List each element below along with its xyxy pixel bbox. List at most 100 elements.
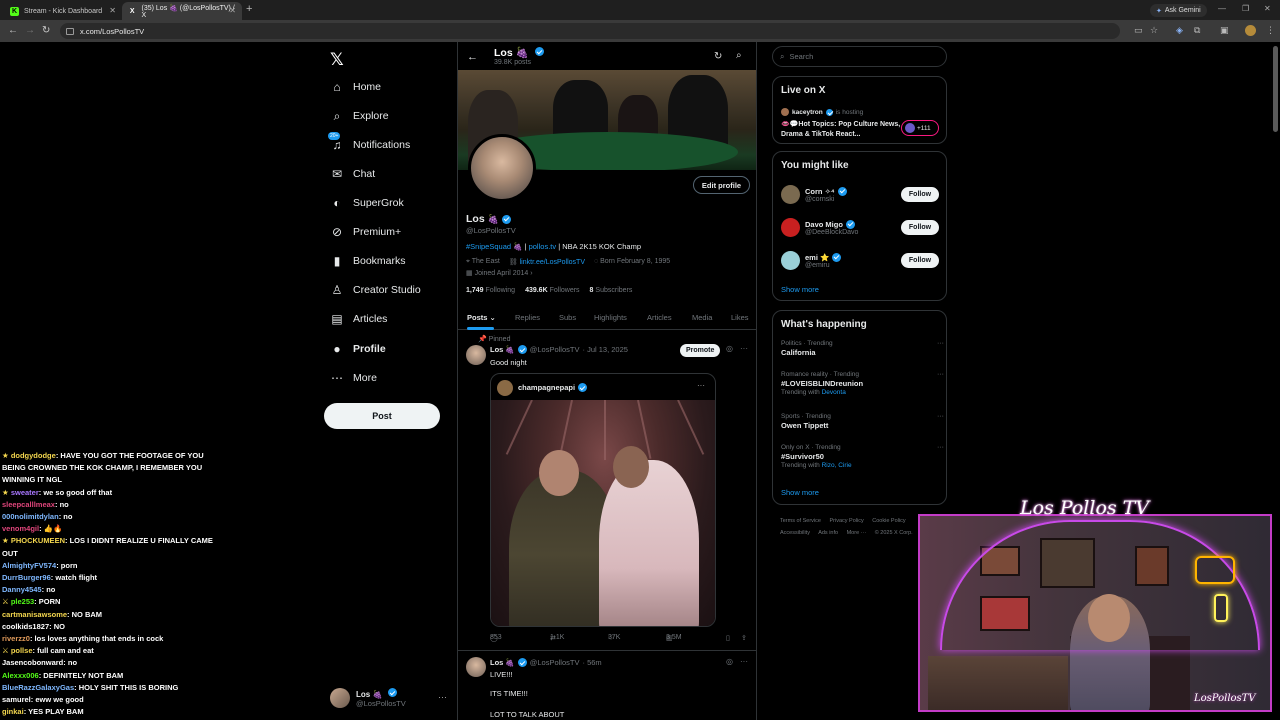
- minimize-icon[interactable]: —: [1218, 4, 1226, 13]
- nav-explore[interactable]: ⌕ Explore: [330, 105, 389, 127]
- profile-avatar[interactable]: [468, 134, 536, 202]
- chat-username[interactable]: Alexxx006: [2, 671, 39, 680]
- chat-username[interactable]: DurrBurger96: [2, 573, 51, 582]
- tweet-photo[interactable]: [491, 400, 715, 626]
- more-icon[interactable]: ···: [937, 444, 944, 451]
- chat-username[interactable]: 000nolimitdylan: [2, 512, 59, 521]
- x-logo[interactable]: 𝕏: [330, 50, 344, 70]
- more-icon[interactable]: ···: [937, 371, 944, 378]
- browser-menu-icon[interactable]: ⋮: [1266, 25, 1275, 36]
- follow-button[interactable]: Follow: [901, 253, 939, 268]
- promote-button[interactable]: Promote: [680, 344, 721, 357]
- search-input[interactable]: ⌕ Search: [772, 46, 947, 67]
- sidepanel-icon[interactable]: ▣: [1220, 25, 1229, 36]
- trending-with-link[interactable]: Devonta: [822, 389, 846, 396]
- chat-username[interactable]: sleepcalllmeax: [2, 500, 55, 509]
- tab-replies[interactable]: Replies: [515, 313, 540, 322]
- tab-likes[interactable]: Likes: [731, 313, 749, 322]
- tweet-author[interactable]: Los 🍇: [490, 658, 515, 667]
- tab-x-profile[interactable]: X (35) Los 🍇 (@LosPollosTV) / X ✕: [122, 2, 242, 20]
- tweet-time[interactable]: · 56m: [582, 658, 601, 667]
- restore-icon[interactable]: ❐: [1242, 4, 1249, 13]
- nav-bookmarks[interactable]: ▮ Bookmarks: [330, 250, 406, 272]
- tab-articles[interactable]: Articles: [647, 313, 672, 322]
- account-more-icon[interactable]: ···: [438, 692, 447, 702]
- chat-username[interactable]: PHOCKUMEEN: [11, 536, 65, 545]
- trending-with-link[interactable]: Rizo, Cirie: [822, 462, 852, 469]
- more-icon[interactable]: ···: [937, 340, 944, 347]
- chat-username[interactable]: coolkids1827: [2, 622, 49, 631]
- live-listeners-pill[interactable]: +111: [901, 120, 939, 136]
- site-info-icon[interactable]: [66, 27, 74, 35]
- bio-website-link[interactable]: pollos.tv: [529, 242, 557, 251]
- forward-icon[interactable]: →: [25, 25, 35, 36]
- nav-supergrok[interactable]: ◐ SuperGrok: [330, 192, 403, 214]
- search-icon[interactable]: ⌕: [736, 50, 742, 61]
- footer-link[interactable]: Cookie Policy: [872, 518, 905, 524]
- website-link[interactable]: linktr.ee/LosPollosTV: [520, 259, 585, 266]
- chat-username[interactable]: samurel: [2, 695, 31, 704]
- bookmark-icon[interactable]: ▯: [726, 634, 730, 642]
- page-scrollbar[interactable]: [1273, 46, 1278, 132]
- footer-link[interactable]: Ads info: [818, 530, 838, 536]
- chat-username[interactable]: Jasencobonward: [2, 658, 63, 667]
- tab-posts[interactable]: Posts ⌄: [467, 313, 496, 322]
- tab-media[interactable]: Media: [692, 313, 712, 322]
- follow-button[interactable]: Follow: [901, 187, 939, 202]
- chat-username[interactable]: dodgydodge: [11, 451, 56, 460]
- following-stat[interactable]: 1,749 Following: [466, 287, 515, 294]
- tweet[interactable]: Los 🍇 @LosPollosTV · 56m ◎ ··· LIVE!!! I…: [458, 652, 756, 720]
- reload-icon[interactable]: ↻: [42, 25, 50, 36]
- avatar[interactable]: [466, 345, 486, 365]
- tweet-date[interactable]: · Jul 13, 2025: [582, 345, 627, 354]
- chat-username[interactable]: ginkai: [2, 707, 24, 716]
- tab-highlights[interactable]: Highlights: [594, 313, 627, 322]
- website[interactable]: ⛓ linktr.ee/LosPollosTV: [509, 258, 585, 266]
- browser-profile-avatar[interactable]: [1245, 25, 1256, 36]
- grok-icon[interactable]: ◎: [726, 344, 733, 353]
- close-window-icon[interactable]: ✕: [1264, 4, 1271, 13]
- more-icon[interactable]: ···: [740, 657, 748, 666]
- nav-chat[interactable]: ✉ Chat: [330, 163, 375, 185]
- more-icon[interactable]: ···: [740, 344, 748, 353]
- extensions-puzzle-icon[interactable]: ⧉: [1194, 25, 1200, 36]
- trend-item[interactable]: Sports · Trending Owen Tippett ···: [781, 413, 944, 430]
- pinned-tweet[interactable]: 📌 Pinned Los 🍇 @LosPollosTV · Jul 13, 20…: [458, 331, 756, 651]
- grok-icon[interactable]: ◎: [726, 657, 733, 666]
- nav-more[interactable]: ⋯ More: [330, 367, 377, 389]
- edit-profile-button[interactable]: Edit profile: [693, 176, 750, 194]
- ask-gemini-button[interactable]: ✦ Ask Gemini: [1150, 4, 1207, 17]
- footer-link[interactable]: More ···: [847, 530, 867, 536]
- grok-refresh-icon[interactable]: ↻: [714, 51, 722, 62]
- tab-kick-dashboard[interactable]: K Stream - Kick Dashboard ✕: [4, 2, 122, 20]
- tab-subs[interactable]: Subs: [559, 313, 576, 322]
- chat-username[interactable]: AlmightyFV574: [2, 561, 56, 570]
- more-icon[interactable]: ···: [697, 381, 705, 390]
- share-icon[interactable]: ⇪: [741, 634, 747, 642]
- back-arrow-icon[interactable]: ←: [467, 51, 478, 63]
- back-icon[interactable]: ←: [8, 25, 18, 36]
- new-tab-button[interactable]: +: [246, 3, 252, 15]
- footer-link[interactable]: Accessibility: [780, 530, 810, 536]
- hashtag-link[interactable]: #SnipeSquad 🍇: [466, 242, 522, 251]
- chat-username[interactable]: venom4gil: [2, 524, 39, 533]
- account-switcher[interactable]: Los 🍇 @LosPollosTV: [330, 688, 406, 708]
- chat-username[interactable]: BlueRazzGalaxyGas: [2, 683, 74, 692]
- nav-articles[interactable]: ▤ Articles: [330, 308, 387, 330]
- trend-item[interactable]: Romance reality · Trending #LOVEISBLINDr…: [781, 371, 944, 396]
- tweet-handle[interactable]: @LosPollosTV: [530, 345, 580, 354]
- nav-premium[interactable]: ⊘ Premium+: [330, 221, 401, 243]
- post-button[interactable]: Post: [324, 403, 440, 429]
- trend-item[interactable]: Politics · Trending California ···: [781, 340, 944, 357]
- live-host[interactable]: kaceytron is hosting: [781, 108, 863, 116]
- nav-home[interactable]: ⌂ Home: [330, 76, 381, 98]
- chat-username[interactable]: cartmanisawsome: [2, 610, 67, 619]
- extension-icon[interactable]: ◈: [1176, 25, 1183, 36]
- live-space-title[interactable]: 👄💬Hot Topics: Pop Culture News, Drama & …: [781, 120, 901, 140]
- cast-icon[interactable]: ▭: [1134, 25, 1143, 36]
- chat-username[interactable]: ple253: [11, 597, 34, 606]
- followers-stat[interactable]: 439.6K Followers: [525, 287, 579, 294]
- more-icon[interactable]: ···: [937, 413, 944, 420]
- show-more-link[interactable]: Show more: [781, 285, 819, 294]
- nav-notifications[interactable]: ♫ 20+ Notifications: [328, 132, 410, 156]
